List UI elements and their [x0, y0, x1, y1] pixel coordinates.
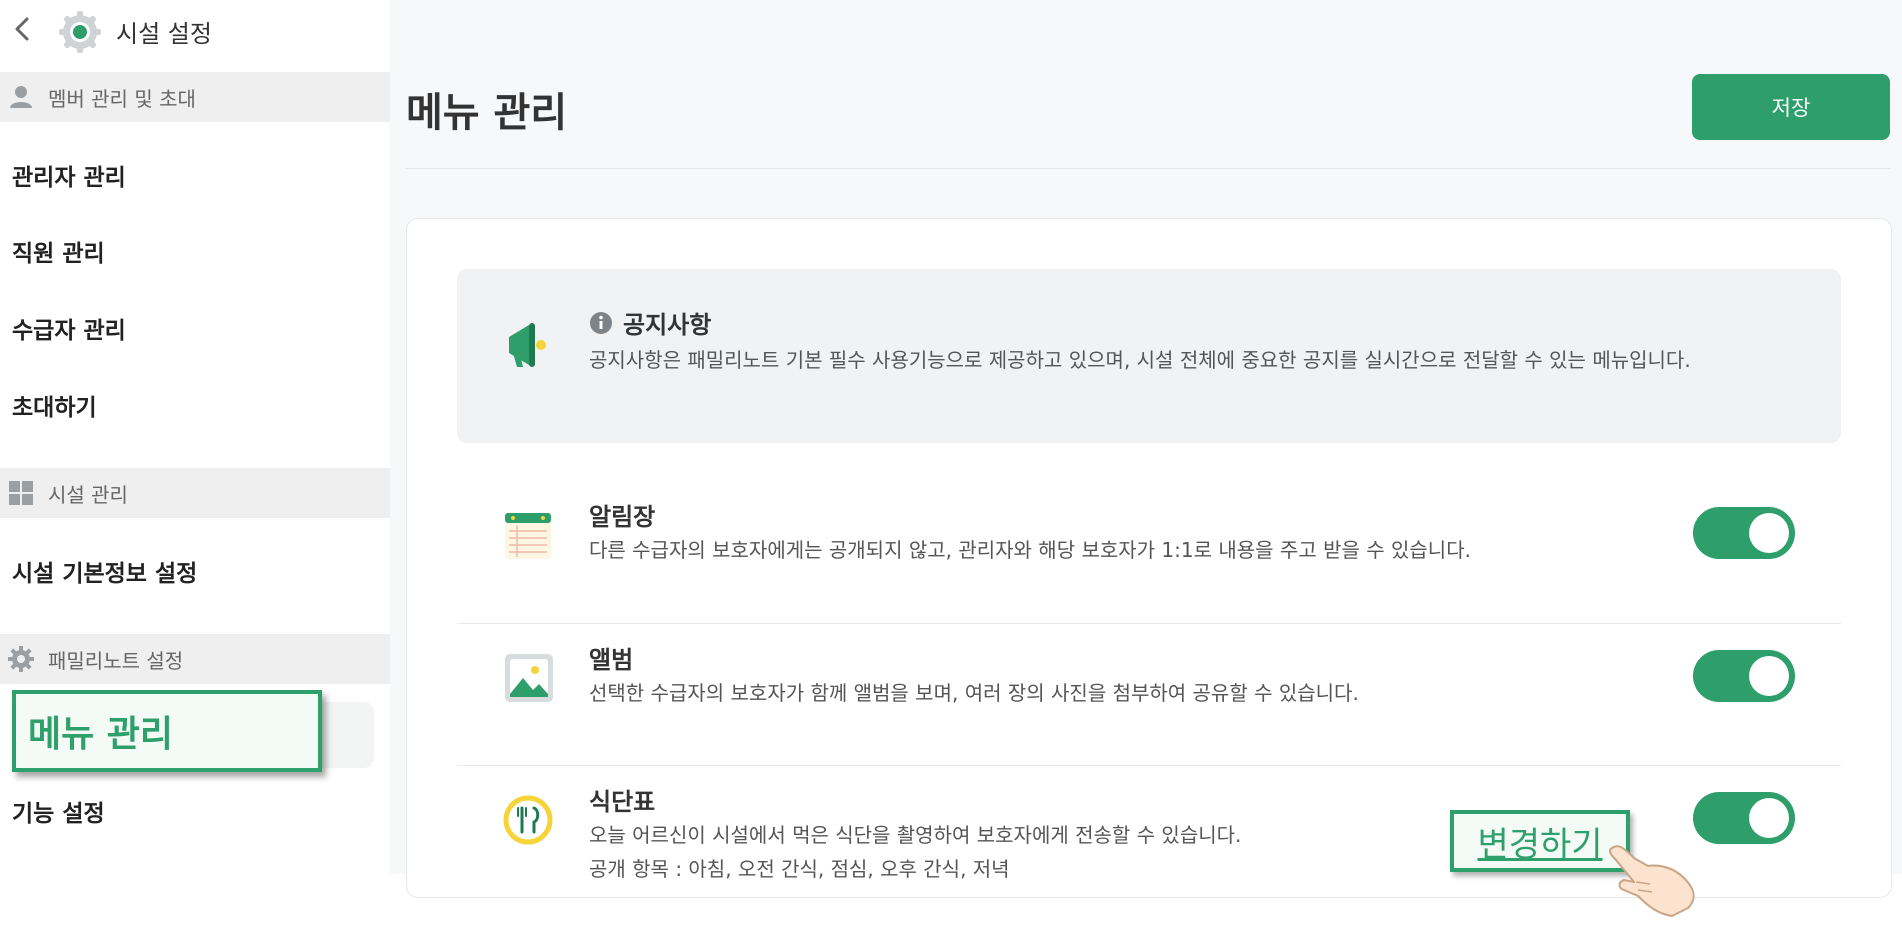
- app-title: 시설 설정: [116, 20, 212, 48]
- person-icon: [10, 86, 32, 108]
- menu-title: 알림장: [589, 503, 656, 531]
- megaphone-icon: [509, 323, 546, 367]
- notebook-icon: [505, 513, 551, 559]
- notice-description: 공지사항은 패밀리노트 기본 필수 사용기능으로 제공하고 있으며, 시설 전체…: [589, 348, 1691, 372]
- toggle-knob: [1749, 798, 1789, 838]
- save-button[interactable]: 저장: [1692, 74, 1890, 140]
- menu-card: 공지사항 공지사항은 패밀리노트 기본 필수 사용기능으로 제공하고 있으며, …: [406, 218, 1892, 898]
- menu-title: 식단표: [589, 788, 656, 816]
- section-label: 멤버 관리 및 초대: [48, 86, 196, 111]
- sidebar-item-admins[interactable]: 관리자 관리: [12, 158, 126, 192]
- menu-row-notes: 알림장 다른 수급자의 보호자에게는 공개되지 않고, 관리자와 해당 보호자가…: [457, 481, 1841, 623]
- album-toggle[interactable]: [1693, 650, 1795, 702]
- photo-icon: [505, 654, 553, 702]
- gear-icon: [8, 646, 34, 672]
- meal-description: 오늘 어르신이 시설에서 먹은 식단을 촬영하여 보호자에게 전송할 수 있습니…: [589, 823, 1242, 847]
- notes-toggle[interactable]: [1693, 507, 1795, 559]
- sidebar-header: 시설 설정: [0, 0, 390, 62]
- sidebar: 시설 설정 멤버 관리 및 초대 관리자 관리 직원 관리 수급자 관리 초대하…: [0, 0, 390, 874]
- menu-description: 오늘 어르신이 시설에서 먹은 식단을 촬영하여 보호자에게 전송할 수 있습니…: [589, 818, 1241, 886]
- section-label: 패밀리노트 설정: [48, 648, 184, 673]
- section-familynote: 패밀리노트 설정: [0, 634, 390, 684]
- sidebar-item-invite[interactable]: 초대하기: [12, 388, 97, 422]
- meal-public-items: 공개 항목 : 아침, 오전 간식, 점심, 오후 간식, 저녁: [589, 857, 1010, 881]
- pointing-hand-icon: [1608, 845, 1695, 917]
- sidebar-item-feature-settings[interactable]: 기능 설정: [12, 794, 105, 828]
- section-members: 멤버 관리 및 초대: [0, 72, 390, 122]
- section-label: 시설 관리: [48, 482, 128, 507]
- sidebar-item-facility-info[interactable]: 시설 기본정보 설정: [12, 554, 197, 588]
- fork-knife-icon: [503, 795, 553, 845]
- sidebar-item-staff[interactable]: 직원 관리: [12, 234, 105, 268]
- info-icon: [590, 312, 612, 334]
- chevron-left-icon[interactable]: [8, 14, 38, 44]
- toggle-knob: [1749, 656, 1789, 696]
- divider: [406, 168, 1890, 169]
- sidebar-item-recipients[interactable]: 수급자 관리: [12, 311, 126, 345]
- callout-label: 변경하기: [1477, 824, 1603, 865]
- sidebar-item-label: 메뉴 관리: [28, 714, 174, 755]
- change-callout[interactable]: 변경하기: [1450, 810, 1630, 872]
- menu-description: 선택한 수급자의 보호자가 함께 앨범을 보며, 여러 장의 사진을 첨부하여 …: [589, 681, 1359, 705]
- meal-toggle[interactable]: [1693, 792, 1795, 844]
- grid-icon: [9, 481, 33, 505]
- gear-icon: [59, 11, 101, 53]
- sidebar-item-menu-management[interactable]: 메뉴 관리: [12, 690, 322, 772]
- section-facility: 시설 관리: [0, 468, 390, 518]
- notice-box: 공지사항 공지사항은 패밀리노트 기본 필수 사용기능으로 제공하고 있으며, …: [457, 269, 1841, 443]
- menu-description: 다른 수급자의 보호자에게는 공개되지 않고, 관리자와 해당 보호자가 1:1…: [589, 538, 1471, 562]
- menu-row-album: 앨범 선택한 수급자의 보호자가 함께 앨범을 보며, 여러 장의 사진을 첨부…: [457, 623, 1841, 765]
- toggle-knob: [1749, 513, 1789, 553]
- notice-title: 공지사항: [623, 311, 712, 339]
- menu-title: 앨범: [589, 646, 634, 674]
- main-content: 메뉴 관리 저장 공지사항 공지사항은 패밀리노트 기본 필수 사용기능으로 제…: [390, 0, 1902, 917]
- page-title: 메뉴 관리: [406, 90, 568, 136]
